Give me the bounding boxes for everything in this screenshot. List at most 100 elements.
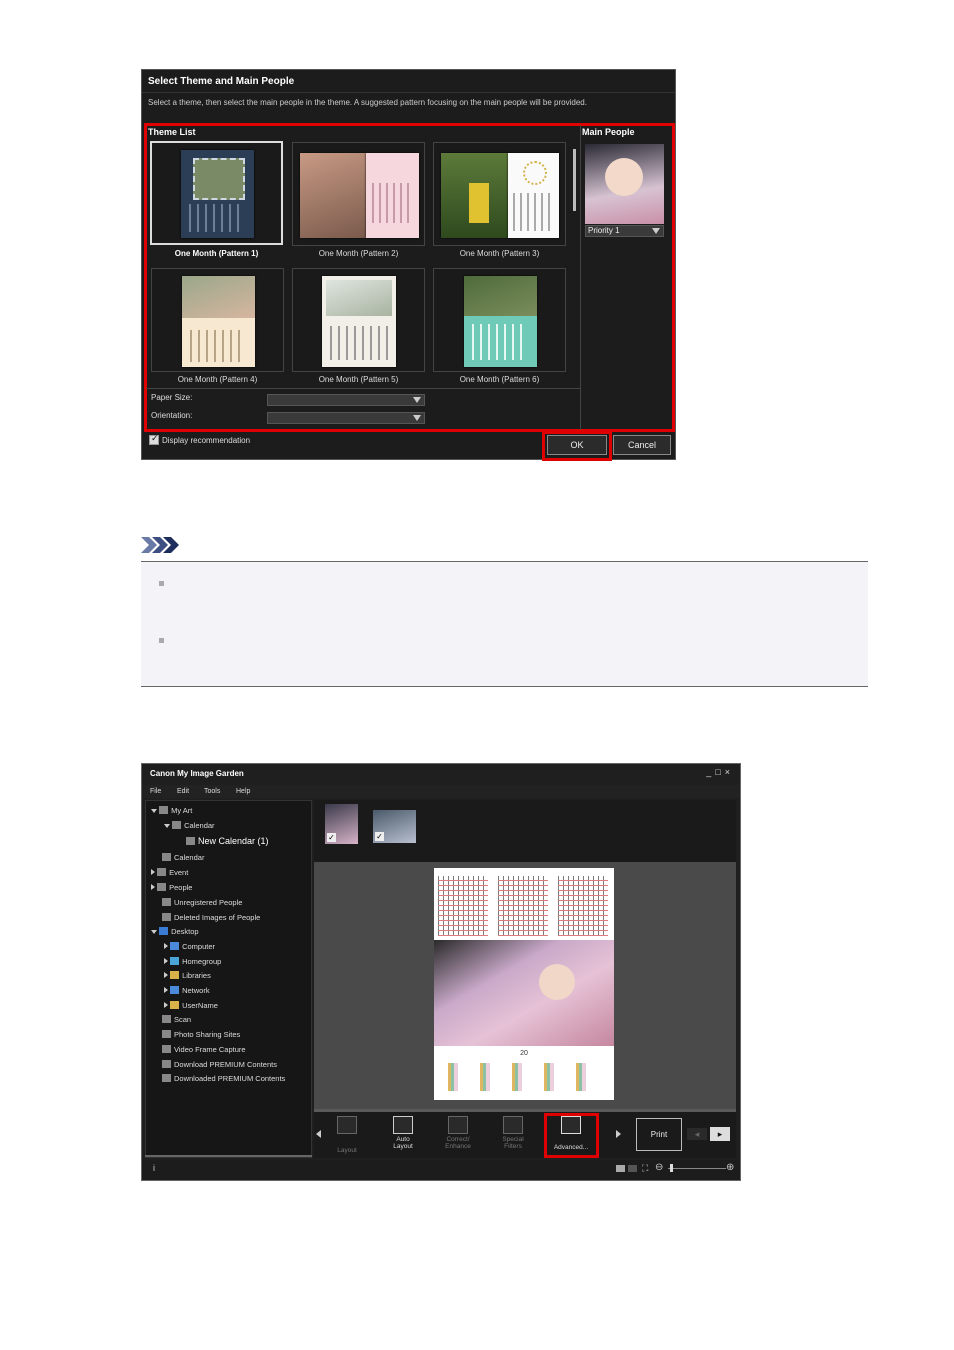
expand-icon (164, 824, 170, 828)
tree-network[interactable]: Network (164, 986, 210, 995)
main-person-photo[interactable] (585, 144, 664, 224)
theme-caption-4: One Month (Pattern 4) (177, 375, 258, 384)
tree-label: Libraries (182, 971, 211, 980)
special-filters-button[interactable]: Special Filters (488, 1116, 538, 1150)
folder-tree: My Art Calendar New Calendar (1) Calenda… (145, 800, 312, 1158)
tree-downloaded-premium[interactable]: Downloaded PREMIUM Contents (162, 1074, 285, 1083)
menu-edit[interactable]: Edit (177, 788, 189, 795)
maximize-icon[interactable]: □ (715, 767, 724, 777)
options-divider (146, 388, 580, 389)
minimize-icon[interactable]: _ (706, 767, 715, 777)
chevron-down-icon (652, 228, 660, 234)
note-box (141, 561, 868, 687)
theme-thumb-1[interactable] (150, 141, 283, 245)
view-alt-icon[interactable] (628, 1165, 637, 1172)
theme-thumb-6[interactable] (433, 268, 566, 372)
note-bullet (159, 638, 164, 643)
ok-button[interactable]: OK (547, 435, 607, 455)
correct-label-2: Enhance (445, 1143, 471, 1150)
fit-icon[interactable]: ⛶ (642, 1163, 648, 1174)
tree-computer[interactable]: Computer (164, 942, 215, 951)
collapse-icon (164, 987, 168, 993)
menu-file[interactable]: File (150, 788, 161, 795)
tree-calendar-root[interactable]: Calendar (162, 853, 204, 862)
theme-list-scrollbar[interactable] (573, 149, 576, 211)
check-icon[interactable]: ✓ (375, 832, 384, 841)
theme-thumb-2[interactable] (292, 142, 425, 246)
tree-my-art[interactable]: My Art (151, 806, 192, 815)
tree-calendar[interactable]: Calendar (164, 821, 215, 830)
tree-people[interactable]: People (151, 883, 192, 892)
tree-label: Scan (174, 1015, 192, 1024)
view-icon[interactable] (616, 1165, 625, 1172)
paper-size-label: Paper Size: (151, 393, 193, 402)
previous-icon[interactable]: ◂ (687, 1128, 707, 1140)
tree-scan[interactable]: Scan (162, 1015, 191, 1024)
thumbnail-strip: ✓ ✓ (314, 800, 736, 862)
tree-event[interactable]: Event (151, 868, 188, 877)
auto-layout-button[interactable]: Auto Layout (378, 1116, 428, 1150)
display-recommendation-checkbox[interactable]: ✓ (149, 433, 159, 445)
main-people-label: Main People (582, 127, 635, 137)
tree-video-frame[interactable]: Video Frame Capture (162, 1045, 246, 1054)
tree-username[interactable]: UserName (164, 1001, 218, 1010)
tree-splitter[interactable] (145, 1155, 312, 1157)
tree-photo-sharing[interactable]: Photo Sharing Sites (162, 1030, 240, 1039)
tree-label: Calendar (184, 821, 215, 830)
advanced-label: Advanced... (553, 1144, 589, 1151)
menu-help[interactable]: Help (236, 788, 250, 795)
people-icon (157, 883, 167, 891)
photo-sharing-icon (162, 1030, 171, 1038)
dialog-description: Select a theme, then select the main peo… (148, 98, 587, 107)
zoom-out-icon[interactable]: ⊖ (655, 1162, 663, 1173)
app-window: Canon My Image Garden _□× File Edit Tool… (141, 763, 741, 1181)
info-icon[interactable]: i (153, 1163, 155, 1173)
tree-desktop[interactable]: Desktop (151, 927, 199, 936)
tree-unregistered-people[interactable]: Unregistered People (162, 898, 242, 907)
auto-layout-label-1: Auto (396, 1136, 410, 1143)
zoom-slider-handle[interactable] (670, 1164, 673, 1172)
tree-label: Download PREMIUM Contents (174, 1060, 277, 1069)
layout-button[interactable]: Layout (322, 1116, 372, 1154)
my-art-icon (159, 806, 169, 814)
menu-tools[interactable]: Tools (204, 788, 220, 795)
bottom-toolbar: Layout Auto Layout Correct/ Enhance Spec… (314, 1112, 736, 1158)
theme-thumb-4[interactable] (151, 268, 284, 372)
thumbnail-1[interactable]: ✓ (325, 804, 358, 844)
paper-size-dropdown[interactable] (267, 394, 425, 406)
print-button[interactable]: Print (636, 1118, 682, 1151)
window-controls[interactable]: _□× (706, 767, 734, 777)
theme-thumb-3[interactable] (433, 142, 566, 246)
status-bar: i ⛶ ⊖ ⊕ (142, 1160, 740, 1180)
cancel-button[interactable]: Cancel (613, 435, 671, 455)
correct-enhance-button[interactable]: Correct/ Enhance (433, 1116, 483, 1150)
advanced-button[interactable]: Advanced... (546, 1116, 596, 1151)
collapse-icon (164, 958, 168, 964)
collapse-icon (164, 1002, 168, 1008)
scroll-right-icon[interactable] (616, 1130, 621, 1138)
tree-new-calendar[interactable]: New Calendar (1) (186, 836, 269, 846)
next-icon[interactable]: ▸ (710, 1127, 730, 1141)
chevron-down-icon (413, 415, 421, 421)
priority-dropdown[interactable]: Priority 1 (585, 225, 664, 237)
check-icon[interactable]: ✓ (327, 833, 336, 842)
zoom-in-icon[interactable]: ⊕ (726, 1162, 734, 1173)
calendar-page[interactable]: 20 (434, 868, 614, 1100)
tree-label: UserName (182, 1001, 218, 1010)
tree-homegroup[interactable]: Homegroup (164, 957, 221, 966)
tree-libraries[interactable]: Libraries (164, 971, 211, 980)
thumbnail-2[interactable]: ✓ (373, 810, 416, 843)
note-bullet (159, 581, 164, 586)
collapse-icon (164, 943, 168, 949)
check-icon: ✓ (151, 433, 159, 443)
tree-label: Unregistered People (174, 898, 243, 907)
theme-thumb-5[interactable] (292, 268, 425, 372)
scroll-left-icon[interactable] (316, 1130, 321, 1138)
tree-download-premium[interactable]: Download PREMIUM Contents (162, 1060, 277, 1069)
tree-deleted-people[interactable]: Deleted Images of People (162, 913, 260, 922)
collapse-icon (151, 869, 155, 875)
close-icon[interactable]: × (725, 767, 734, 777)
special-label-1: Special (502, 1136, 524, 1143)
orientation-dropdown[interactable] (267, 412, 425, 424)
zoom-slider[interactable] (668, 1168, 726, 1169)
